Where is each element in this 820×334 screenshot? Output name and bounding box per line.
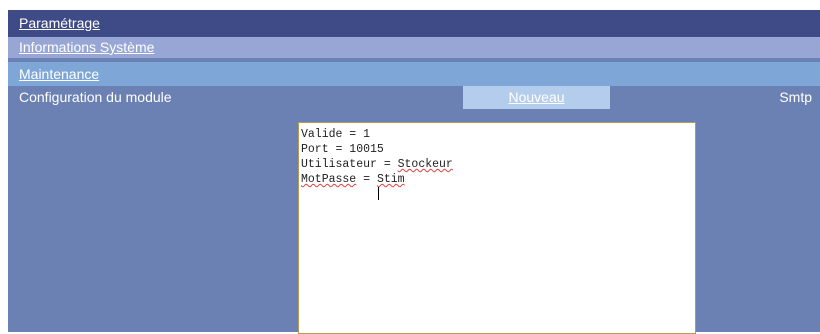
menu-link-maintenance[interactable]: Maintenance — [19, 66, 99, 82]
menu-link-parametrage[interactable]: Paramétrage — [19, 15, 100, 31]
config-value-utilisateur: Stockeur — [397, 158, 453, 171]
config-eq-motpasse: = — [356, 173, 377, 186]
module-type-label: Smtp — [779, 89, 812, 105]
config-key-utilisateur: Utilisateur = — [301, 158, 398, 171]
config-value-motpasse: Stim — [376, 173, 405, 186]
menu-bar-parametrage: Paramétrage — [8, 10, 820, 37]
config-line-motpasse: MotPasse = Stim — [301, 172, 695, 187]
module-header: Configuration du module Nouveau Smtp — [8, 86, 820, 110]
menu-link-informations-systeme[interactable]: Informations Système — [19, 39, 154, 55]
text-caret — [378, 187, 379, 200]
module-title: Configuration du module — [19, 89, 172, 105]
new-button[interactable]: Nouveau — [463, 86, 610, 109]
config-line-utilisateur: Utilisateur = Stockeur — [301, 157, 695, 172]
config-textarea[interactable]: Valide = 1 Port = 10015 Utilisateur = St… — [298, 122, 696, 334]
config-line-port: Port = 10015 — [301, 143, 384, 156]
config-line-valide: Valide = 1 — [301, 128, 371, 141]
menu-bar-maintenance: Maintenance — [8, 62, 820, 86]
config-key-motpasse: MotPasse — [301, 173, 357, 186]
main-frame: Paramétrage Informations Système Mainten… — [8, 10, 820, 334]
menu-bar-informations-systeme: Informations Système — [8, 37, 820, 58]
